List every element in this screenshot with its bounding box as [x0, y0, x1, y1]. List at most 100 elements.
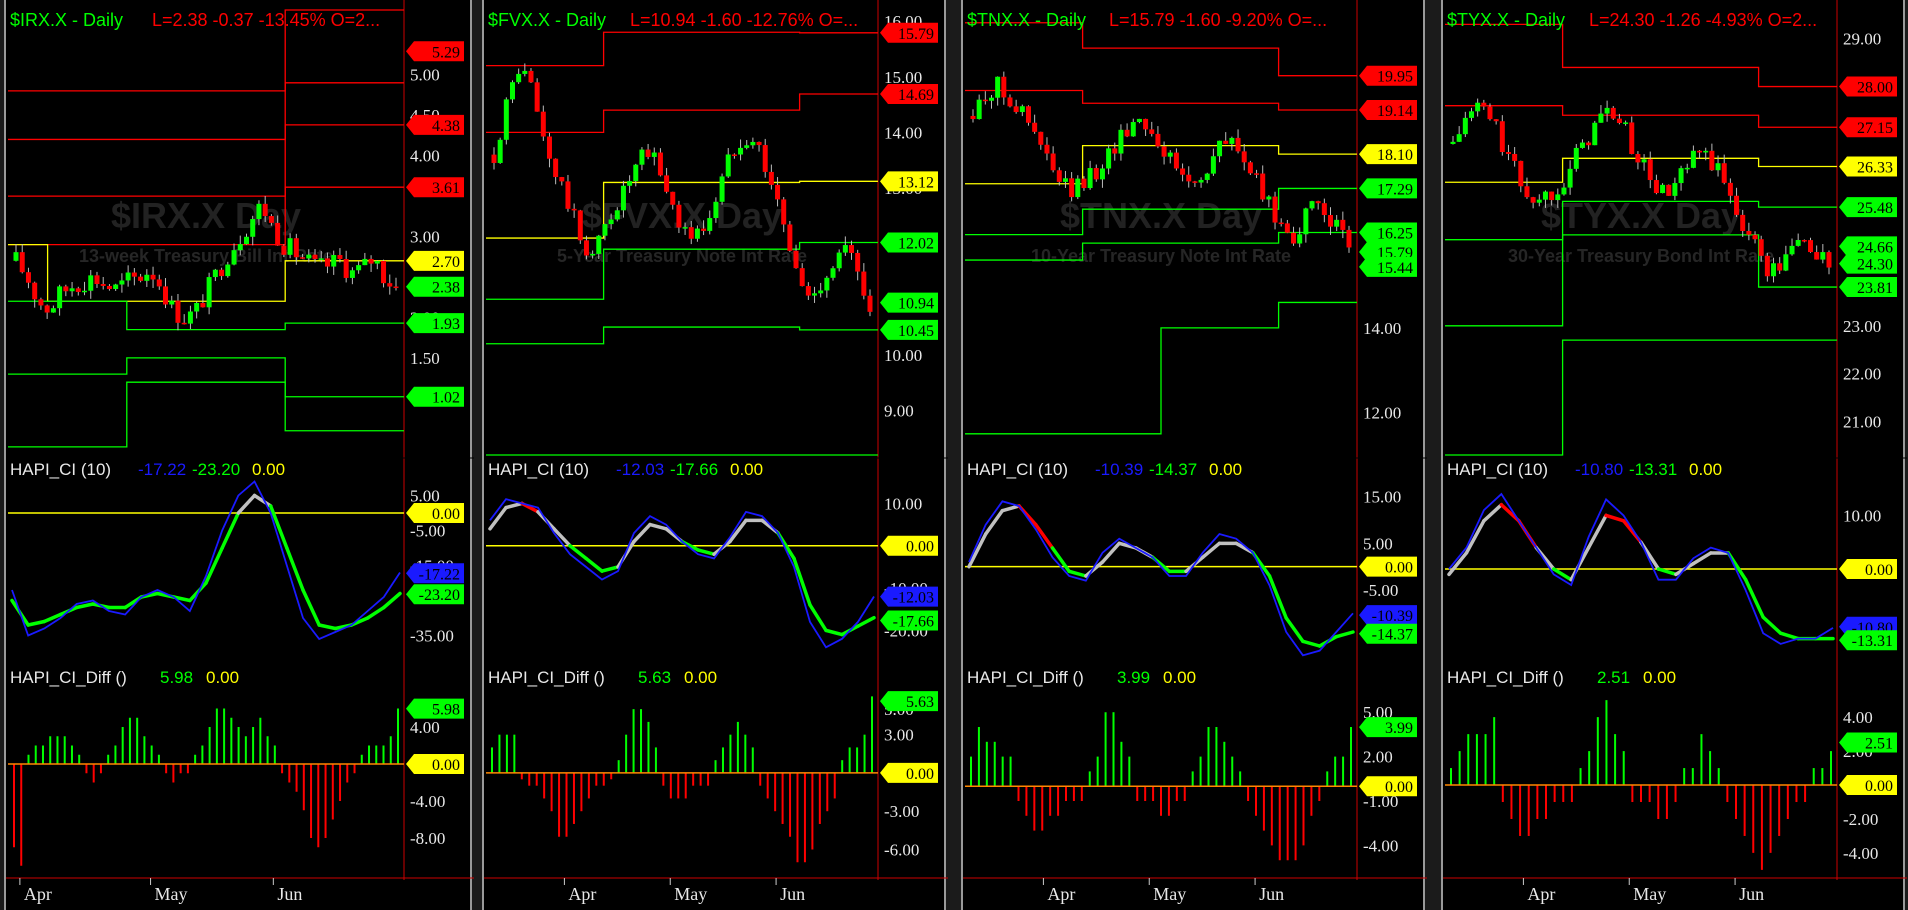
diff-end-label: 0.00: [906, 766, 934, 783]
diff-tick-label: 2.00: [1363, 748, 1393, 767]
candle-body: [849, 245, 855, 253]
price-label: 26.33: [1857, 159, 1893, 176]
candle-body: [1721, 163, 1727, 183]
candle-body: [750, 141, 756, 146]
candle-body: [1764, 255, 1770, 277]
candle-body: [1136, 118, 1142, 123]
candle-body: [719, 176, 725, 202]
price-tick-label: 14.00: [884, 123, 922, 142]
price-tick-label: 15.00: [884, 68, 922, 87]
ci-smooth-segment: [317, 623, 338, 631]
candle-body: [1007, 97, 1013, 107]
diff-tick-label: -4.00: [410, 792, 445, 811]
ci-smooth-segment: [285, 546, 305, 592]
ci-end-label: -12.03: [893, 590, 934, 607]
candle-body: [237, 244, 243, 251]
ci-end-label: 0.00: [1865, 562, 1893, 579]
candle-body: [1124, 129, 1130, 137]
price-label: 2.38: [432, 280, 460, 297]
candle-body: [181, 322, 187, 325]
ci-smooth-segment: [1067, 569, 1088, 578]
price-tick-label: 12.00: [1363, 404, 1401, 423]
price-label: 24.30: [1857, 257, 1893, 274]
candle-body: [1567, 168, 1573, 188]
level-line-red: [965, 22, 1357, 77]
candle-body: [94, 275, 100, 284]
watermark-symbol: $TNX.X Day: [1060, 195, 1262, 236]
price-tick-label: 23.00: [1843, 317, 1881, 336]
diff-end-label: 0.00: [432, 757, 460, 774]
candle-body: [1462, 117, 1468, 135]
diff-zero-value: 0.00: [1643, 668, 1676, 687]
candle-body: [1487, 106, 1493, 120]
candle-body: [1752, 234, 1758, 240]
diff-tick-label: 4.00: [410, 718, 440, 737]
ci-end-label: -13.31: [1852, 633, 1893, 650]
candle-body: [1715, 163, 1721, 171]
candle-body: [639, 149, 645, 165]
level-line-green: [8, 357, 404, 398]
candle-body: [738, 147, 744, 155]
candle-body: [1321, 203, 1327, 216]
ci-smooth-segment: [1334, 630, 1355, 639]
candle-body: [1660, 184, 1666, 194]
candle-body: [1592, 122, 1598, 146]
ci-smooth-segment: [1569, 545, 1591, 582]
price-label: 23.81: [1857, 280, 1893, 297]
candle-body: [1684, 167, 1690, 170]
candle-body: [25, 272, 31, 283]
candle-body: [1297, 234, 1303, 244]
candle-body: [762, 145, 768, 172]
candle-body: [1001, 76, 1007, 98]
price-label: 28.00: [1857, 80, 1893, 97]
chart-tyx-svg: $TYX.X Day30-Year Treasury Bond Int Rate…: [1443, 0, 1907, 904]
ci-tick-label: 15.00: [1363, 488, 1401, 507]
chart-title-stats: L=15.79 -1.60 -9.20% O=...: [1109, 10, 1327, 30]
candle-body: [1118, 129, 1124, 154]
candle-body: [491, 154, 497, 163]
candle-body: [775, 184, 781, 200]
candle-body: [682, 227, 688, 229]
level-line-yellow: [965, 144, 1357, 185]
candle-body: [387, 283, 393, 287]
price-label: 1.02: [432, 390, 460, 407]
candle-body: [1555, 194, 1561, 201]
price-tick-label: 29.00: [1843, 30, 1881, 49]
candle-body: [393, 286, 399, 289]
diff-tick-label: 4.00: [1843, 708, 1873, 727]
price-label: 15.79: [898, 26, 934, 43]
month-label: Jun: [277, 884, 302, 904]
chart-panel-irx: $IRX.X Day 13-week Treasury Bill Int Rate…: [4, 0, 474, 910]
candle-body: [1186, 174, 1192, 182]
ci-value-green: -17.66: [670, 460, 718, 479]
diff-tick-label: -3.00: [884, 802, 919, 821]
candle-body: [1044, 144, 1050, 154]
candle-body: [1087, 168, 1093, 189]
candle-body: [32, 282, 38, 300]
candle-body: [1672, 183, 1678, 196]
price-label: 16.25: [1377, 226, 1413, 243]
candle-body: [534, 82, 540, 112]
candle-body: [982, 99, 988, 102]
diff-value: 5.63: [638, 668, 671, 687]
candle-body: [725, 154, 731, 177]
candle-body: [206, 277, 212, 308]
price-label: 17.29: [1377, 181, 1413, 198]
ci-smooth-segment: [967, 532, 988, 569]
candle-body: [1808, 240, 1814, 253]
price-label: 2.70: [432, 254, 460, 271]
ci-end-label: -23.20: [419, 587, 460, 604]
candle-body: [1709, 150, 1715, 171]
candle-body: [1013, 106, 1019, 113]
diff-value: 2.51: [1597, 668, 1630, 687]
candle-body: [131, 272, 137, 277]
candle-body: [583, 240, 589, 256]
month-label: May: [155, 884, 188, 904]
candle-body: [1112, 148, 1118, 154]
candle-body: [707, 218, 713, 231]
candle-body: [1155, 133, 1161, 147]
candle-body: [324, 258, 330, 267]
candle-body: [1481, 102, 1487, 107]
candle-body: [1309, 201, 1315, 209]
ci-tick-label: 10.00: [1843, 506, 1881, 525]
